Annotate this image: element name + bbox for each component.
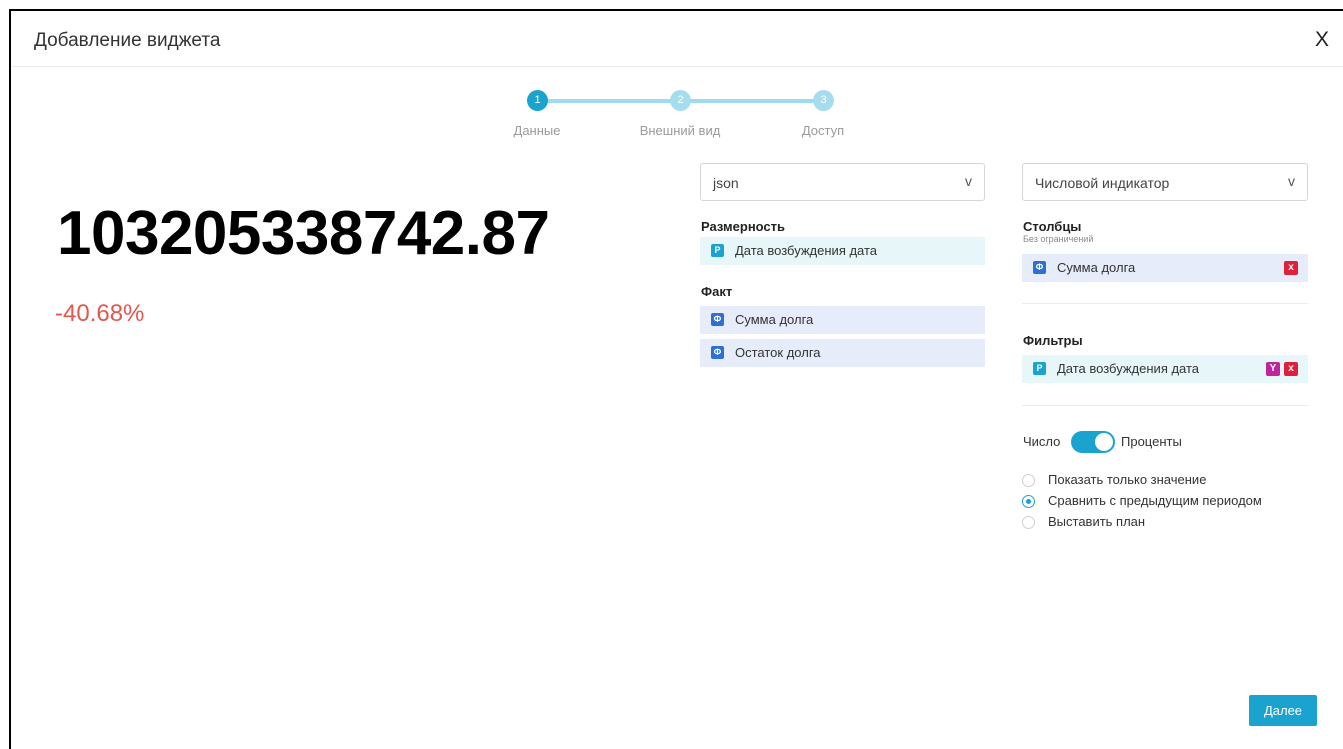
fact-label: Факт bbox=[701, 284, 733, 299]
step-1-label: Данные bbox=[513, 123, 561, 138]
dimension-item-label: Дата возбуждения дата bbox=[735, 243, 878, 258]
step-2-dot[interactable]: 2 bbox=[670, 90, 691, 111]
columns-label: Столбцы bbox=[1023, 219, 1082, 234]
widget-dialog: Добавление виджета X 1 2 3 Данные Внешни… bbox=[9, 9, 1343, 749]
column-item[interactable]: Ф Сумма долга x bbox=[1022, 254, 1308, 282]
radio-button[interactable] bbox=[1022, 516, 1035, 529]
step-1-dot[interactable]: 1 bbox=[527, 90, 548, 111]
divider bbox=[1022, 405, 1308, 406]
column-item-label: Сумма долга bbox=[1057, 260, 1136, 275]
chevron-down-icon: v bbox=[1288, 173, 1295, 189]
fact-item[interactable]: Ф Остаток долга bbox=[700, 339, 985, 367]
radio-label: Показать только значение bbox=[1048, 472, 1207, 487]
widget-type-value: Числовой индикатор bbox=[1035, 175, 1170, 191]
fact-item-label: Сумма долга bbox=[735, 312, 814, 327]
dimension-item[interactable]: P Дата возбуждения дата bbox=[700, 237, 985, 265]
fact-badge-icon: Ф bbox=[711, 313, 724, 326]
widget-type-select[interactable]: Числовой индикатор v bbox=[1022, 163, 1308, 201]
toggle-left-label: Число bbox=[1023, 434, 1061, 449]
toggle-knob bbox=[1095, 433, 1113, 451]
toggle-right-label: Проценты bbox=[1121, 434, 1182, 449]
radio-button-checked[interactable] bbox=[1022, 495, 1035, 508]
dimension-badge-icon: P bbox=[711, 244, 724, 257]
divider bbox=[1022, 303, 1308, 304]
step-3-dot[interactable]: 3 bbox=[813, 90, 834, 111]
column-badge-icon: Ф bbox=[1033, 261, 1046, 274]
number-percent-toggle[interactable] bbox=[1071, 431, 1115, 453]
filters-label: Фильтры bbox=[1023, 333, 1083, 348]
stepper: 1 2 3 Данные Внешний вид Доступ bbox=[11, 11, 1343, 151]
remove-icon[interactable]: x bbox=[1284, 362, 1298, 376]
radio-label: Выставить план bbox=[1048, 514, 1146, 529]
dimension-label: Размерность bbox=[701, 219, 786, 234]
data-source-value: json bbox=[713, 175, 739, 191]
stepper-line bbox=[687, 99, 828, 103]
indicator-value: 103205338742.87 bbox=[57, 199, 550, 268]
fact-item-label: Остаток долга bbox=[735, 345, 821, 360]
stepper-line bbox=[546, 99, 687, 103]
filter-item[interactable]: P Дата возбуждения дата Y x bbox=[1022, 355, 1308, 383]
filter-item-label: Дата возбуждения дата bbox=[1057, 361, 1200, 376]
chevron-down-icon: v bbox=[965, 173, 972, 189]
step-3-label: Доступ bbox=[801, 123, 845, 138]
data-source-select[interactable]: json v bbox=[700, 163, 985, 201]
filter-icon[interactable]: Y bbox=[1266, 362, 1280, 376]
columns-sublabel: Без ограничений bbox=[1023, 234, 1094, 244]
indicator-change: -40.68% bbox=[55, 300, 145, 327]
next-button[interactable]: Далее bbox=[1249, 695, 1317, 726]
radio-label: Сравнить с предыдущим периодом bbox=[1048, 493, 1262, 508]
filter-badge-icon: P bbox=[1033, 362, 1046, 375]
fact-item[interactable]: Ф Сумма долга bbox=[700, 306, 985, 334]
radio-button[interactable] bbox=[1022, 474, 1035, 487]
fact-badge-icon: Ф bbox=[711, 346, 724, 359]
step-2-label: Внешний вид bbox=[639, 123, 721, 138]
remove-icon[interactable]: x bbox=[1284, 261, 1298, 275]
